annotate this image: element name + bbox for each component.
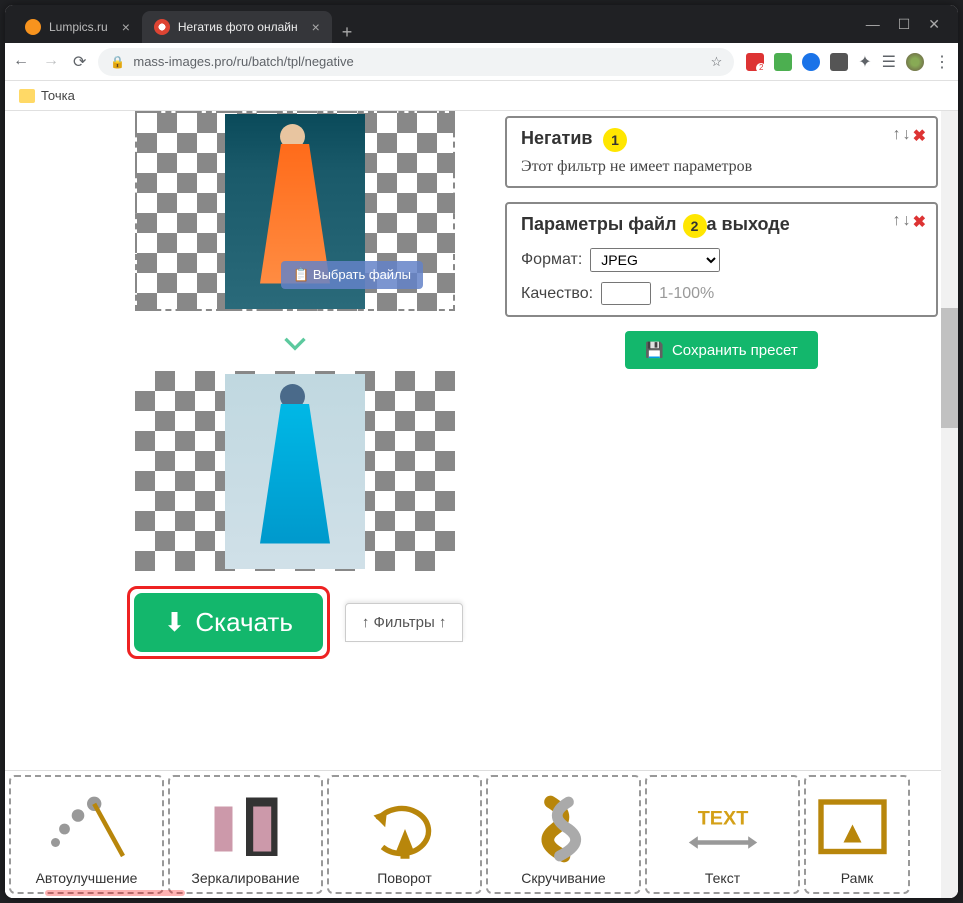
result-image — [225, 374, 365, 569]
new-tab-button[interactable]: + — [332, 22, 363, 43]
ext-icon-1[interactable]: 2 — [746, 53, 764, 71]
result-image-box — [135, 371, 455, 571]
move-up-icon[interactable]: ↑ — [893, 212, 901, 232]
highlight-annotation: ⬇ Скачать — [127, 586, 330, 659]
panel-title-part1: Параметры файл — [521, 214, 677, 234]
badge-2: 2 — [683, 214, 707, 238]
tab-negative[interactable]: Негатив фото онлайн × — [142, 11, 332, 43]
back-icon[interactable]: ← — [13, 52, 29, 72]
filters-toggle-button[interactable]: ↑ Фильтры ↑ — [345, 603, 464, 642]
filter-twist[interactable]: Скручивание — [486, 775, 641, 894]
window-controls: — ☐ ✕ — [856, 16, 950, 33]
titlebar: Lumpics.ru × Негатив фото онлайн × + — ☐… — [5, 5, 958, 43]
panel-description: Этот фильтр не имеет параметров — [521, 158, 922, 176]
quality-hint: 1-100% — [659, 285, 714, 303]
move-up-icon[interactable]: ↑ — [893, 126, 901, 146]
delete-icon[interactable]: ✖ — [913, 126, 926, 146]
text-icon: TEXT — [678, 791, 768, 866]
quality-input[interactable] — [601, 282, 651, 305]
filter-auto-enhance[interactable]: Автоулучшение — [9, 775, 164, 894]
select-files-button[interactable]: 📋 Выбрать файлы — [281, 261, 423, 289]
download-row: ⬇ Скачать ↑ Фильтры ↑ — [127, 586, 464, 659]
quality-label: Качество: — [521, 285, 593, 303]
frame-icon — [812, 791, 902, 866]
panel-output: ↑ ↓ ✖ Параметры файл 2а выходе Формат: JP… — [505, 202, 938, 317]
tab-title: Lumpics.ru — [49, 20, 108, 34]
tab-lumpics[interactable]: Lumpics.ru × — [13, 11, 142, 43]
avatar-icon[interactable] — [906, 53, 924, 71]
image-column: 📋 Выбрать файлы — [125, 111, 465, 659]
move-down-icon[interactable]: ↓ — [903, 212, 911, 232]
ext-icon-2[interactable] — [774, 53, 792, 71]
folder-icon — [19, 89, 35, 103]
close-icon[interactable]: × — [312, 19, 320, 35]
panel-title-part2: а выходе — [707, 214, 790, 234]
settings-column: ↑ ↓ ✖ Негатив 1 Этот фильтр не имеет пар… — [505, 111, 938, 659]
save-preset-button[interactable]: 💾 Сохранить пресет — [625, 331, 817, 369]
tab-title: Негатив фото онлайн — [178, 20, 298, 34]
bookmark-item[interactable]: Точка — [41, 88, 75, 103]
format-label: Формат: — [521, 251, 582, 269]
panel-controls: ↑ ↓ ✖ — [893, 126, 926, 146]
menu-icon[interactable]: ⋮ — [934, 52, 950, 72]
filter-mirror[interactable]: Зеркалирование — [168, 775, 323, 894]
nav-icons: ← → ⟳ — [13, 52, 86, 72]
reload-icon[interactable]: ⟳ — [73, 52, 86, 72]
filter-rotate[interactable]: Поворот — [327, 775, 482, 894]
annotation-underline — [45, 890, 185, 896]
close-icon[interactable]: × — [122, 19, 130, 35]
star-icon[interactable]: ☆ — [711, 54, 723, 70]
readlist-icon[interactable]: ☰ — [882, 52, 896, 72]
filter-frame[interactable]: Рамк — [804, 775, 910, 894]
svg-text:TEXT: TEXT — [697, 807, 748, 829]
tabs-container: Lumpics.ru × Негатив фото онлайн × + — [13, 5, 856, 43]
forward-icon[interactable]: → — [43, 52, 59, 72]
url-text: mass-images.pro/ru/batch/tpl/negative — [133, 54, 353, 69]
close-window-icon[interactable]: ✕ — [928, 16, 940, 33]
tab-favicon — [25, 19, 41, 35]
panel-title: Негатив — [521, 128, 592, 148]
tab-favicon — [154, 19, 170, 35]
minimize-icon[interactable]: — — [866, 16, 880, 33]
save-icon: 💾 — [645, 341, 664, 359]
format-select[interactable]: JPEG — [590, 248, 720, 272]
puzzle-icon[interactable]: ✦ — [858, 52, 871, 72]
delete-icon[interactable]: ✖ — [913, 212, 926, 232]
twist-icon — [519, 791, 609, 866]
browser-toolbar: ← → ⟳ 🔒 mass-images.pro/ru/batch/tpl/neg… — [5, 43, 958, 81]
mirror-icon — [201, 791, 291, 866]
move-down-icon[interactable]: ↓ — [903, 126, 911, 146]
source-image-box[interactable]: 📋 Выбрать файлы — [135, 111, 455, 311]
extensions: 2 ✦ ☰ ⋮ — [746, 52, 950, 72]
arrow-down-icon — [275, 321, 315, 361]
maximize-icon[interactable]: ☐ — [898, 16, 911, 33]
page-content: 📋 Выбрать файлы — [5, 111, 958, 898]
vertical-scrollbar[interactable] — [941, 111, 958, 898]
ext-icon-4[interactable] — [830, 53, 848, 71]
filter-text[interactable]: TEXT Текст — [645, 775, 800, 894]
download-icon: ⬇ — [164, 607, 186, 638]
panel-controls: ↑ ↓ ✖ — [893, 212, 926, 232]
ext-icon-3[interactable] — [802, 53, 820, 71]
filter-strip: Автоулучшение Зеркалирование Поворот Скр… — [5, 770, 941, 898]
bookmarks-bar: Точка — [5, 81, 958, 111]
wand-icon — [42, 791, 132, 866]
scroll-thumb[interactable] — [941, 308, 958, 428]
panel-negative: ↑ ↓ ✖ Негатив 1 Этот фильтр не имеет пар… — [505, 116, 938, 188]
rotate-icon — [360, 791, 450, 866]
download-button[interactable]: ⬇ Скачать — [134, 593, 323, 652]
lock-icon: 🔒 — [110, 55, 125, 69]
browser-window: Lumpics.ru × Негатив фото онлайн × + — ☐… — [5, 5, 958, 898]
url-bar[interactable]: 🔒 mass-images.pro/ru/batch/tpl/negative … — [98, 48, 734, 76]
badge-1: 1 — [603, 128, 627, 152]
